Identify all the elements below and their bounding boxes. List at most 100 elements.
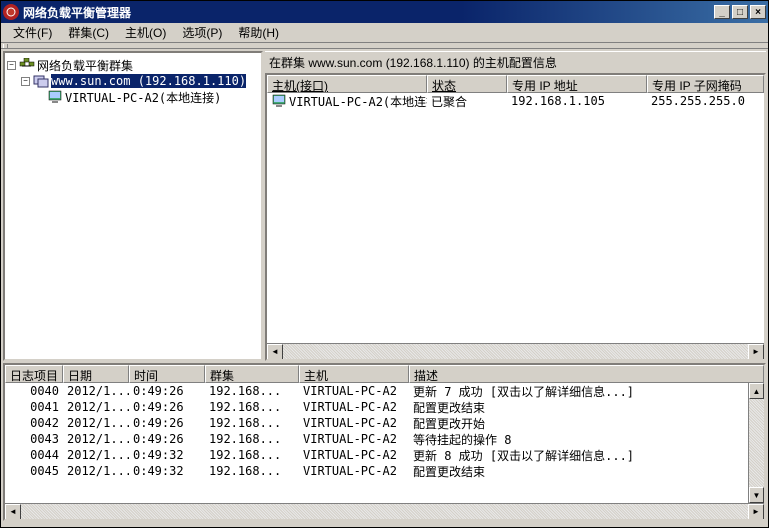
titlebar: 网络负载平衡管理器 _ □ × xyxy=(1,1,768,23)
col-log-host[interactable]: 主机 xyxy=(299,365,409,383)
computer-icon xyxy=(47,90,63,104)
log-desc-cell: 配置更改结束 xyxy=(409,399,748,416)
log-time-cell: 0:49:26 xyxy=(129,432,205,446)
col-ip[interactable]: 专用 IP 地址 xyxy=(507,75,647,93)
vscrollbar[interactable]: ▲ ▼ xyxy=(748,383,764,503)
col-log-date[interactable]: 日期 xyxy=(63,365,129,383)
scroll-track[interactable] xyxy=(21,504,748,520)
log-cluster-cell: 192.168... xyxy=(205,384,299,398)
tree-panel[interactable]: − 网络负载平衡群集 − www.sun.com (192.168.1.110)… xyxy=(3,51,263,361)
log-item-cell: 0040 xyxy=(5,384,63,398)
scroll-left-button[interactable]: ◄ xyxy=(267,344,283,360)
scroll-down-button[interactable]: ▼ xyxy=(749,487,764,503)
log-cluster-cell: 192.168... xyxy=(205,432,299,446)
expander-icon[interactable]: − xyxy=(7,61,16,70)
log-panel[interactable]: 日志项目 日期 时间 群集 主机 描述 00402012/1...0:49:26… xyxy=(3,363,766,521)
log-row[interactable]: 00422012/1...0:49:26192.168...VIRTUAL-PC… xyxy=(5,415,748,431)
log-desc-cell: 等待挂起的操作 8 xyxy=(409,431,748,448)
log-row[interactable]: 00442012/1...0:49:32192.168...VIRTUAL-PC… xyxy=(5,447,748,463)
minimize-button[interactable]: _ xyxy=(714,5,730,19)
scroll-up-button[interactable]: ▲ xyxy=(749,383,764,399)
tree-root[interactable]: − 网络负载平衡群集 xyxy=(7,57,259,73)
scroll-left-button[interactable]: ◄ xyxy=(5,504,21,520)
log-desc-cell: 更新 7 成功 [双击以了解详细信息...] xyxy=(409,383,748,400)
log-cluster-cell: 192.168... xyxy=(205,464,299,478)
log-cluster-cell: 192.168... xyxy=(205,400,299,414)
menu-host[interactable]: 主机(O) xyxy=(117,22,174,43)
menu-help[interactable]: 帮助(H) xyxy=(230,22,287,43)
log-date-cell: 2012/1... xyxy=(63,464,129,478)
app-icon xyxy=(3,4,19,20)
host-list-body: VIRTUAL-PC-A2(本地连接) 已聚合 192.168.1.105 25… xyxy=(267,93,764,343)
window-title: 网络负载平衡管理器 xyxy=(23,4,714,21)
log-cluster-cell: 192.168... xyxy=(205,448,299,462)
menubar: 文件(F) 群集(C) 主机(O) 选项(P) 帮助(H) xyxy=(1,23,768,43)
scroll-track[interactable] xyxy=(283,344,748,360)
log-item-cell: 0045 xyxy=(5,464,63,478)
col-log-item[interactable]: 日志项目 xyxy=(5,365,63,383)
log-time-cell: 0:49:32 xyxy=(129,448,205,462)
log-row[interactable]: 00432012/1...0:49:26192.168...VIRTUAL-PC… xyxy=(5,431,748,447)
log-header: 日志项目 日期 时间 群集 主机 描述 xyxy=(5,365,764,383)
scroll-right-button[interactable]: ► xyxy=(748,344,764,360)
cluster-icon xyxy=(33,74,49,88)
hscrollbar[interactable]: ◄ ► xyxy=(5,503,764,519)
menu-file[interactable]: 文件(F) xyxy=(5,22,60,43)
log-date-cell: 2012/1... xyxy=(63,384,129,398)
info-bar: 在群集 www.sun.com (192.168.1.110) 的主机配置信息 xyxy=(265,51,766,73)
tree-cluster[interactable]: − www.sun.com (192.168.1.110) xyxy=(7,73,259,89)
log-date-cell: 2012/1... xyxy=(63,400,129,414)
tree-root-label: 网络负载平衡群集 xyxy=(37,57,133,74)
tree-host[interactable]: VIRTUAL-PC-A2(本地连接) xyxy=(7,89,259,105)
log-host-cell: VIRTUAL-PC-A2 xyxy=(299,448,409,462)
col-log-cluster[interactable]: 群集 xyxy=(205,365,299,383)
scroll-right-button[interactable]: ► xyxy=(748,504,764,520)
cluster-group-icon xyxy=(19,58,35,72)
col-mask[interactable]: 专用 IP 子网掩码 xyxy=(647,75,764,93)
hscrollbar[interactable]: ◄ ► xyxy=(267,343,764,359)
col-status[interactable]: 状态 xyxy=(427,75,507,93)
log-host-cell: VIRTUAL-PC-A2 xyxy=(299,384,409,398)
log-date-cell: 2012/1... xyxy=(63,432,129,446)
close-button[interactable]: × xyxy=(750,5,766,19)
mask-cell: 255.255.255.0 xyxy=(647,94,764,108)
menu-cluster[interactable]: 群集(C) xyxy=(60,22,117,43)
log-time-cell: 0:49:26 xyxy=(129,400,205,414)
host-row[interactable]: VIRTUAL-PC-A2(本地连接) 已聚合 192.168.1.105 25… xyxy=(267,93,764,109)
log-host-cell: VIRTUAL-PC-A2 xyxy=(299,432,409,446)
maximize-button[interactable]: □ xyxy=(732,5,748,19)
right-panel: 在群集 www.sun.com (192.168.1.110) 的主机配置信息 … xyxy=(265,51,766,361)
toolbar-gripper xyxy=(1,43,768,49)
log-body: 00402012/1...0:49:26192.168...VIRTUAL-PC… xyxy=(5,383,748,503)
log-time-cell: 0:49:26 xyxy=(129,384,205,398)
ip-cell: 192.168.1.105 xyxy=(507,94,647,108)
log-time-cell: 0:49:32 xyxy=(129,464,205,478)
log-desc-cell: 配置更改开始 xyxy=(409,415,748,432)
status-cell: 已聚合 xyxy=(427,93,507,110)
col-log-time[interactable]: 时间 xyxy=(129,365,205,383)
log-row[interactable]: 00412012/1...0:49:26192.168...VIRTUAL-PC… xyxy=(5,399,748,415)
tree-cluster-label: www.sun.com (192.168.1.110) xyxy=(51,74,246,88)
col-log-desc[interactable]: 描述 xyxy=(409,365,764,383)
menu-options[interactable]: 选项(P) xyxy=(174,22,230,43)
scroll-track[interactable] xyxy=(749,399,764,487)
log-item-cell: 0043 xyxy=(5,432,63,446)
host-list[interactable]: 主机(接口) 状态 专用 IP 地址 专用 IP 子网掩码 VIRTUAL-PC… xyxy=(265,73,766,361)
computer-icon xyxy=(271,94,287,108)
log-host-cell: VIRTUAL-PC-A2 xyxy=(299,400,409,414)
expander-icon[interactable]: − xyxy=(21,77,30,86)
log-item-cell: 0044 xyxy=(5,448,63,462)
log-host-cell: VIRTUAL-PC-A2 xyxy=(299,464,409,478)
log-date-cell: 2012/1... xyxy=(63,448,129,462)
host-cell: VIRTUAL-PC-A2(本地连接) xyxy=(289,93,427,110)
log-host-cell: VIRTUAL-PC-A2 xyxy=(299,416,409,430)
main-area: − 网络负载平衡群集 − www.sun.com (192.168.1.110)… xyxy=(1,49,768,363)
log-cluster-cell: 192.168... xyxy=(205,416,299,430)
log-desc-cell: 配置更改结束 xyxy=(409,463,748,480)
log-row[interactable]: 00402012/1...0:49:26192.168...VIRTUAL-PC… xyxy=(5,383,748,399)
col-host[interactable]: 主机(接口) xyxy=(267,75,427,93)
tree-host-label: VIRTUAL-PC-A2(本地连接) xyxy=(65,89,221,106)
log-time-cell: 0:49:26 xyxy=(129,416,205,430)
log-item-cell: 0042 xyxy=(5,416,63,430)
log-row[interactable]: 00452012/1...0:49:32192.168...VIRTUAL-PC… xyxy=(5,463,748,479)
